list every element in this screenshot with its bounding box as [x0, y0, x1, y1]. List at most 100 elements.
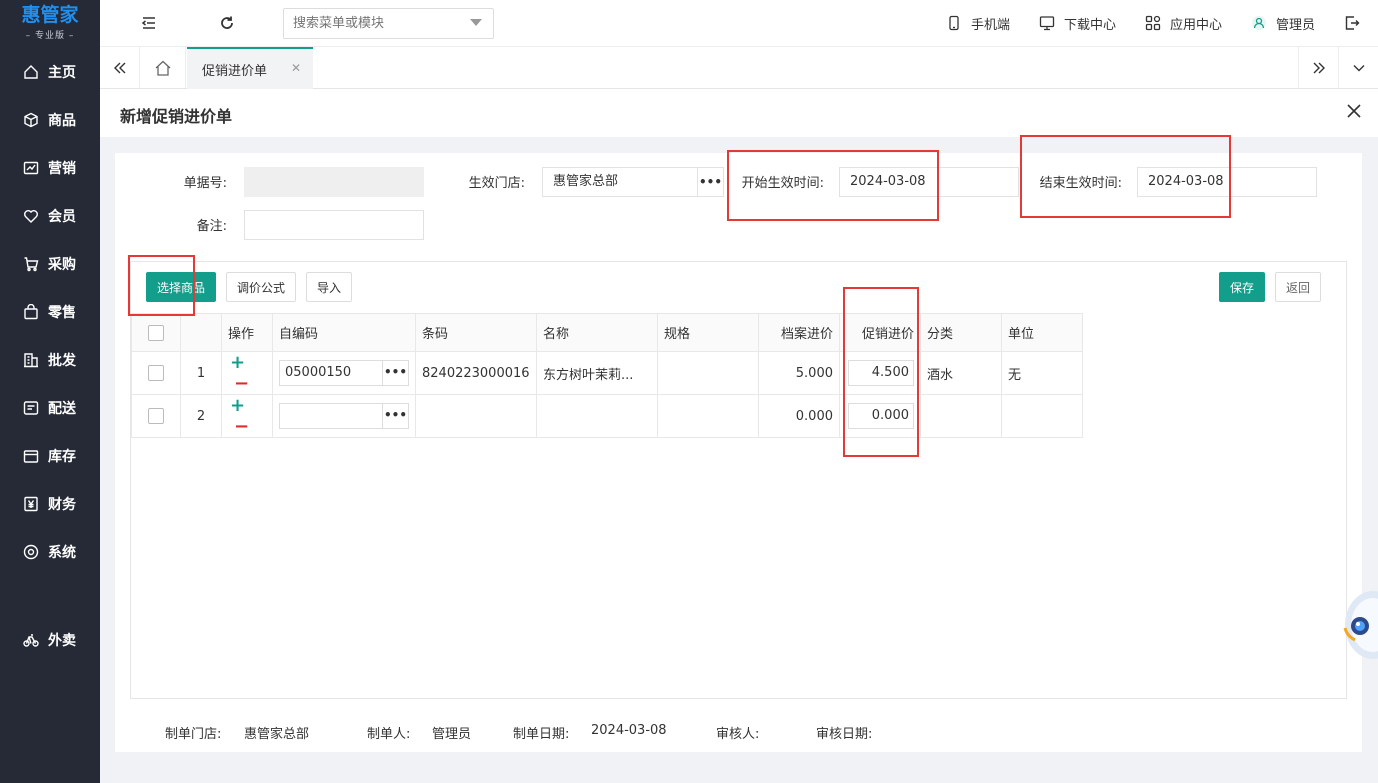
- user-avatar-icon: [1251, 16, 1266, 30]
- row-index: 1: [180, 351, 222, 395]
- code-picker-button[interactable]: •••: [382, 404, 408, 428]
- bike-icon: [22, 631, 40, 649]
- import-button[interactable]: 导入: [306, 272, 352, 302]
- save-button[interactable]: 保存: [1219, 272, 1265, 302]
- logout-icon[interactable]: [1344, 15, 1360, 31]
- tab-scroll-right[interactable]: [1298, 47, 1338, 88]
- sidebar-item-inventory[interactable]: 库存: [0, 432, 100, 480]
- store-picker-button[interactable]: •••: [698, 167, 724, 197]
- menu-search-input[interactable]: [283, 8, 494, 39]
- code-input[interactable]: •••: [279, 403, 409, 429]
- row-code: •••: [272, 394, 416, 438]
- sidebar-item-retail[interactable]: 零售: [0, 288, 100, 336]
- row-checkbox[interactable]: [148, 365, 164, 381]
- brand-name: 惠管家: [21, 4, 79, 26]
- sidebar-item-label: 外卖: [48, 633, 76, 649]
- row-cost: 5.000: [758, 351, 840, 395]
- row-select-cell[interactable]: [131, 351, 181, 395]
- tab-label: 促销进价单: [202, 63, 268, 79]
- yen-icon: [22, 495, 40, 513]
- select-all-checkbox[interactable]: [148, 324, 164, 341]
- sidebar-item-wholesale[interactable]: 批发: [0, 336, 100, 384]
- tab-home[interactable]: [140, 47, 186, 88]
- detail-area: 选择商品 调价公式 导入 保存 返回 操作 自编码 条码 名称 规格 档案进价 …: [130, 261, 1347, 699]
- footer-date-label: 制单日期:: [513, 727, 570, 742]
- remark-label: 备注:: [196, 219, 227, 234]
- row-unit: [1001, 394, 1083, 438]
- tab-close-icon[interactable]: ✕: [291, 61, 301, 75]
- phone-icon: [949, 15, 959, 31]
- start-date-field[interactable]: 2024-03-08: [839, 167, 1019, 197]
- end-date-label: 结束生效时间:: [1039, 176, 1122, 191]
- tab-scroll-left[interactable]: [100, 47, 140, 88]
- store-field[interactable]: 惠管家总部: [542, 167, 698, 197]
- sidebar-item-finance[interactable]: 财务: [0, 480, 100, 528]
- download-center-link[interactable]: 下载中心: [1039, 14, 1116, 33]
- promo-price-input[interactable]: 4.500: [848, 360, 914, 386]
- close-icon[interactable]: [1346, 103, 1362, 119]
- back-button[interactable]: 返回: [1275, 272, 1321, 302]
- cart-icon: [22, 255, 40, 273]
- promo-price-input[interactable]: 0.000: [848, 403, 914, 429]
- mobile-link[interactable]: 手机端: [946, 14, 1010, 33]
- sidebar-item-label: 会员: [48, 209, 76, 225]
- box-icon: [22, 447, 40, 465]
- row-ops: +−: [221, 394, 273, 438]
- sidebar-item-label: 系统: [48, 545, 76, 561]
- remove-row-icon[interactable]: −: [234, 416, 249, 437]
- sidebar-item-home[interactable]: 主页: [0, 48, 100, 96]
- table-row: 2 +− ••• 0.000 0.000: [131, 394, 1083, 438]
- chevron-down-icon: [1353, 64, 1364, 71]
- user-menu[interactable]: 管理员: [1251, 14, 1315, 33]
- mobile-link-label: 手机端: [970, 17, 1010, 33]
- assistant-robot-icon[interactable]: [1343, 588, 1378, 662]
- remark-field[interactable]: [244, 210, 424, 240]
- sidebar-item-label: 财务: [48, 497, 76, 513]
- tab-promo-purchase-price[interactable]: 促销进价单 ✕: [187, 47, 313, 89]
- end-date-field[interactable]: 2024-03-08: [1137, 167, 1317, 197]
- top-bar: 手机端 下载中心 应用中心 管理员: [100, 0, 1378, 47]
- apps-grid-icon: [1145, 15, 1161, 31]
- footer-audit-date-label: 审核日期:: [816, 727, 873, 742]
- footer-maker-value: 管理员: [432, 727, 472, 742]
- row-code: 05000150 •••: [272, 351, 416, 395]
- brand-logo[interactable]: 惠管家 – 专业版 –: [0, 0, 100, 46]
- sidebar-item-delivery[interactable]: 配送: [0, 384, 100, 432]
- select-all-cell[interactable]: [131, 313, 181, 352]
- sidebar-item-label: 批发: [48, 353, 76, 369]
- sidebar-item-goods[interactable]: 商品: [0, 96, 100, 144]
- home-outline-icon: [155, 60, 170, 76]
- sidebar: 惠管家 – 专业版 – 主页 商品 营销 会员 采购 零售 批发 配送 库存 财…: [0, 0, 100, 783]
- chart-icon: [22, 159, 40, 177]
- row-select-cell[interactable]: [131, 394, 181, 438]
- tab-bar: 促销进价单 ✕: [100, 47, 1378, 89]
- chevron-down-icon[interactable]: [470, 19, 482, 26]
- bag-icon: [22, 303, 40, 321]
- add-row-icon[interactable]: +: [230, 352, 245, 373]
- sidebar-item-marketing[interactable]: 营销: [0, 144, 100, 192]
- code-input[interactable]: 05000150 •••: [279, 360, 409, 386]
- sidebar-item-purchase[interactable]: 采购: [0, 240, 100, 288]
- brand-edition: – 专业版 –: [25, 31, 75, 41]
- heart-icon: [22, 207, 40, 225]
- sidebar-item-system[interactable]: 系统: [0, 528, 100, 576]
- row-promo: 4.500: [839, 351, 921, 395]
- row-index: 2: [180, 394, 222, 438]
- code-picker-button[interactable]: •••: [382, 361, 408, 385]
- download-center-label: 下载中心: [1063, 17, 1116, 33]
- row-name: 东方树叶茉莉...: [536, 351, 658, 395]
- sidebar-item-member[interactable]: 会员: [0, 192, 100, 240]
- col-promo: 促销进价: [839, 313, 921, 352]
- add-row-icon[interactable]: +: [230, 395, 245, 416]
- app-center-label: 应用中心: [1169, 17, 1222, 33]
- refresh-icon[interactable]: [218, 14, 236, 32]
- remove-row-icon[interactable]: −: [234, 373, 249, 394]
- sidebar-item-takeout[interactable]: 外卖: [0, 616, 100, 664]
- tab-menu-dropdown[interactable]: [1338, 47, 1378, 88]
- app-center-link[interactable]: 应用中心: [1145, 14, 1222, 33]
- menu-fold-icon[interactable]: [140, 14, 158, 32]
- start-date-label: 开始生效时间:: [741, 176, 824, 191]
- select-goods-button[interactable]: 选择商品: [146, 272, 216, 302]
- price-formula-button[interactable]: 调价公式: [226, 272, 296, 302]
- row-checkbox[interactable]: [148, 408, 164, 424]
